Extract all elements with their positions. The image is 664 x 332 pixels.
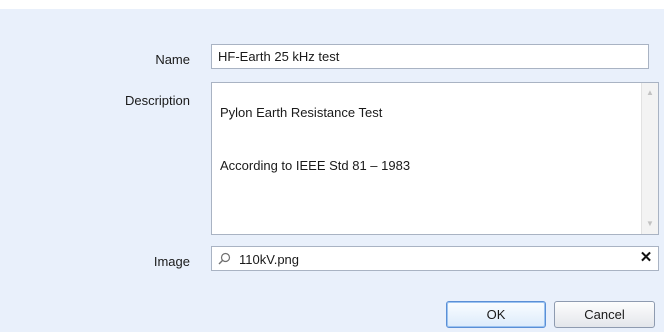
description-textarea[interactable]: Pylon Earth Resistance Test According to… bbox=[211, 82, 659, 235]
description-label: Description bbox=[124, 93, 190, 108]
description-scrollbar[interactable]: ▲ ▼ bbox=[641, 83, 658, 234]
ok-button[interactable]: OK bbox=[446, 301, 546, 328]
description-text: Pylon Earth Resistance Test According to… bbox=[220, 90, 636, 188]
close-icon[interactable]: ✕ bbox=[639, 250, 653, 266]
cancel-button[interactable]: Cancel bbox=[554, 301, 655, 328]
image-picker-field[interactable]: 110kV.png ✕ bbox=[211, 246, 659, 271]
description-line: Pylon Earth Resistance Test bbox=[220, 105, 383, 120]
name-label: Name bbox=[155, 52, 190, 67]
name-field[interactable] bbox=[211, 44, 649, 69]
search-icon bbox=[218, 252, 231, 265]
description-line: According to IEEE Std 81 – 1983 bbox=[220, 158, 411, 173]
image-filename: 110kV.png bbox=[239, 252, 300, 267]
chevron-down-icon[interactable]: ▼ bbox=[642, 216, 658, 232]
form-panel: Name Description Pylon Earth Resistance … bbox=[0, 9, 664, 332]
image-label: Image bbox=[153, 254, 190, 269]
chevron-up-icon[interactable]: ▲ bbox=[642, 85, 658, 101]
edit-test-dialog: Name Description Pylon Earth Resistance … bbox=[0, 0, 664, 332]
